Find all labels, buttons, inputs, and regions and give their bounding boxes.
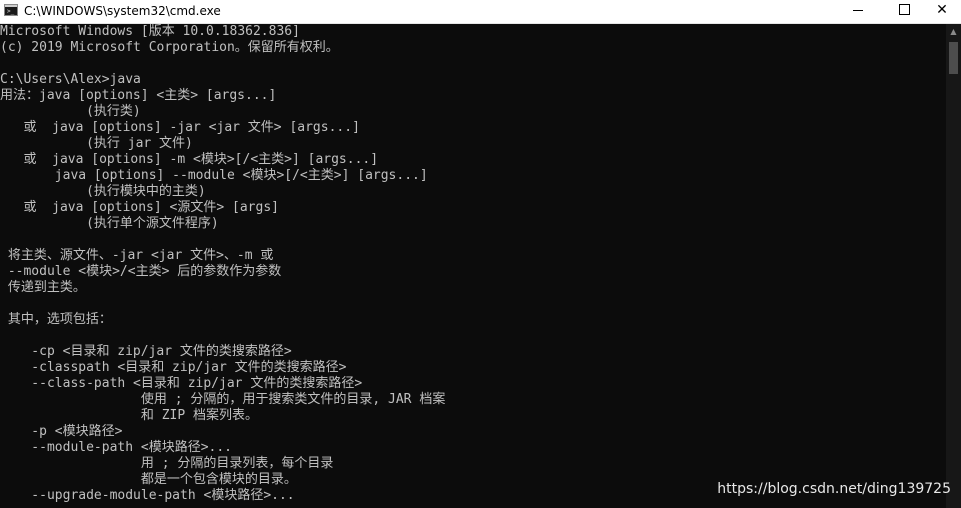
console-line: --module <模块>/<主类> 后的参数作为参数 <box>0 264 282 279</box>
cmd-window: >_ C:\WINDOWS\system32\cmd.exe ✕ Microso… <box>0 0 961 508</box>
console-line: C:\Users\Alex>java <box>0 72 141 87</box>
console-line: --module-path <模块路径>... <box>0 440 233 455</box>
console-line: 将主类、源文件、-jar <jar 文件>、-m 或 <box>0 248 274 263</box>
console-line: (执行类) <box>0 104 141 119</box>
console-line: --upgrade-module-path <模块路径>... <box>0 488 295 503</box>
minimize-button[interactable] <box>835 0 881 22</box>
console-line: (c) 2019 Microsoft Corporation。保留所有权利。 <box>0 40 339 55</box>
console-line: (执行单个源文件程序) <box>0 216 219 231</box>
console-line: --class-path <目录和 zip/jar 文件的类搜索路径> <box>0 376 363 391</box>
title-bar[interactable]: >_ C:\WINDOWS\system32\cmd.exe ✕ <box>0 0 961 24</box>
maximize-button[interactable] <box>881 0 927 22</box>
console-line: 用 ; 分隔的目录列表，每个目录 <box>0 456 334 471</box>
maximize-icon <box>898 3 910 15</box>
cmd-app-icon[interactable]: >_ <box>4 4 18 16</box>
console-line: (执行 jar 文件) <box>0 136 193 151</box>
console-line: -classpath <目录和 zip/jar 文件的类搜索路径> <box>0 360 347 375</box>
window-title: C:\WINDOWS\system32\cmd.exe <box>24 4 221 18</box>
console-output[interactable]: Microsoft Windows [版本 10.0.18362.836] (c… <box>0 24 946 508</box>
app-icon-bar <box>5 5 17 7</box>
minimize-icon <box>853 9 863 11</box>
console-line: java [options] --module <模块>[/<主类>] [arg… <box>0 168 428 183</box>
console-line: 和 ZIP 档案列表。 <box>0 408 259 423</box>
console-text: Microsoft Windows [版本 10.0.18362.836] (c… <box>0 24 946 504</box>
vertical-scrollbar[interactable]: ▲ <box>946 24 961 508</box>
close-button[interactable]: ✕ <box>923 0 961 22</box>
console-line: -p <模块路径> <box>0 424 123 439</box>
app-icon-prompt: >_ <box>7 8 15 15</box>
console-line: 使用 ; 分隔的，用于搜索类文件的目录, JAR 档案 <box>0 392 446 407</box>
console-line: 用法：java [options] <主类> [args...] <box>0 88 277 103</box>
close-icon: ✕ <box>936 2 948 18</box>
console-line: Microsoft Windows [版本 10.0.18362.836] <box>0 24 300 39</box>
console-line: 或 java [options] -jar <jar 文件> [args...] <box>0 120 360 135</box>
console-line: 或 java [options] <源文件> [args] <box>0 200 279 215</box>
console-line: 或 java [options] -m <模块>[/<主类>] [args...… <box>0 152 379 167</box>
console-line: (执行模块中的主类) <box>0 184 206 199</box>
console-line: -cp <目录和 zip/jar 文件的类搜索路径> <box>0 344 292 359</box>
console-line: 传递到主类。 <box>0 280 86 295</box>
scroll-thumb[interactable] <box>949 42 958 74</box>
scroll-up-arrow-icon[interactable]: ▲ <box>946 24 961 39</box>
console-line: 都是一个包含模块的目录。 <box>0 472 297 487</box>
csdn-watermark: https://blog.csdn.net/ding139725 <box>717 481 951 497</box>
console-line: 其中，选项包括： <box>0 312 112 327</box>
